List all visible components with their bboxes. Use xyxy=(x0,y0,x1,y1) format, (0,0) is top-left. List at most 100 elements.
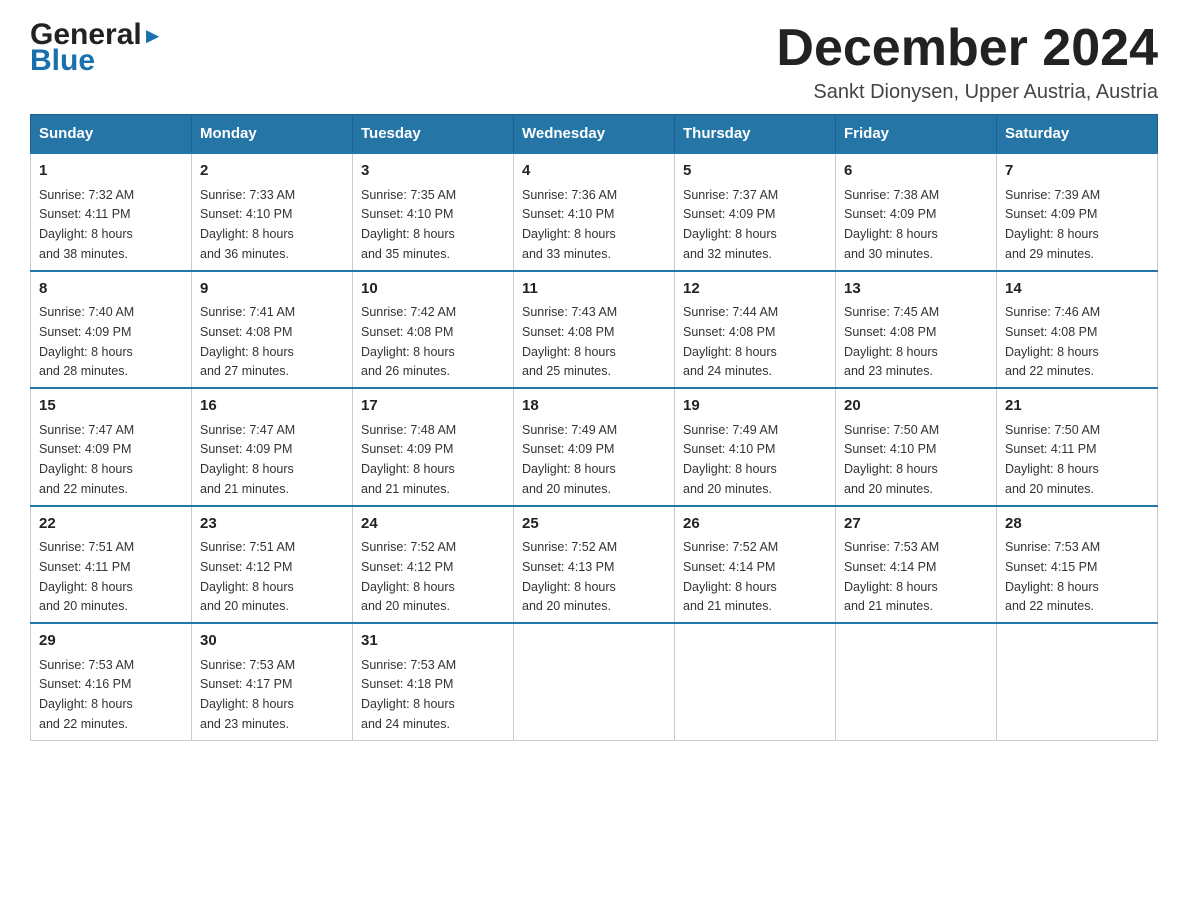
logo: General► Blue xyxy=(30,20,164,76)
logo-arrow-icon: ► xyxy=(142,25,164,47)
day-number: 1 xyxy=(39,160,183,183)
day-number: 31 xyxy=(361,630,505,653)
calendar-day-cell: 3 Sunrise: 7:35 AMSunset: 4:10 PMDayligh… xyxy=(353,153,514,271)
calendar-table: Sunday Monday Tuesday Wednesday Thursday… xyxy=(30,114,1158,741)
day-number: 29 xyxy=(39,630,183,653)
day-number: 11 xyxy=(522,278,666,301)
calendar-week-row: 15 Sunrise: 7:47 AMSunset: 4:09 PMDaylig… xyxy=(31,388,1158,506)
day-number: 13 xyxy=(844,278,988,301)
calendar-day-cell: 1 Sunrise: 7:32 AMSunset: 4:11 PMDayligh… xyxy=(31,153,192,271)
day-info: Sunrise: 7:51 AMSunset: 4:12 PMDaylight:… xyxy=(200,540,295,613)
month-title: December 2024 xyxy=(776,20,1158,77)
col-wednesday: Wednesday xyxy=(514,115,675,154)
day-info: Sunrise: 7:53 AMSunset: 4:15 PMDaylight:… xyxy=(1005,540,1100,613)
calendar-day-cell: 2 Sunrise: 7:33 AMSunset: 4:10 PMDayligh… xyxy=(192,153,353,271)
day-number: 20 xyxy=(844,395,988,418)
day-info: Sunrise: 7:53 AMSunset: 4:14 PMDaylight:… xyxy=(844,540,939,613)
day-info: Sunrise: 7:46 AMSunset: 4:08 PMDaylight:… xyxy=(1005,305,1100,378)
day-number: 28 xyxy=(1005,513,1149,536)
day-info: Sunrise: 7:48 AMSunset: 4:09 PMDaylight:… xyxy=(361,423,456,496)
day-number: 24 xyxy=(361,513,505,536)
calendar-day-cell: 4 Sunrise: 7:36 AMSunset: 4:10 PMDayligh… xyxy=(514,153,675,271)
calendar-day-cell: 27 Sunrise: 7:53 AMSunset: 4:14 PMDaylig… xyxy=(836,506,997,624)
day-info: Sunrise: 7:43 AMSunset: 4:08 PMDaylight:… xyxy=(522,305,617,378)
calendar-day-cell: 16 Sunrise: 7:47 AMSunset: 4:09 PMDaylig… xyxy=(192,388,353,506)
day-info: Sunrise: 7:52 AMSunset: 4:14 PMDaylight:… xyxy=(683,540,778,613)
calendar-day-cell: 8 Sunrise: 7:40 AMSunset: 4:09 PMDayligh… xyxy=(31,271,192,389)
calendar-week-row: 22 Sunrise: 7:51 AMSunset: 4:11 PMDaylig… xyxy=(31,506,1158,624)
day-number: 23 xyxy=(200,513,344,536)
day-number: 6 xyxy=(844,160,988,183)
col-tuesday: Tuesday xyxy=(353,115,514,154)
day-number: 16 xyxy=(200,395,344,418)
day-info: Sunrise: 7:49 AMSunset: 4:09 PMDaylight:… xyxy=(522,423,617,496)
day-number: 26 xyxy=(683,513,827,536)
calendar-day-cell: 31 Sunrise: 7:53 AMSunset: 4:18 PMDaylig… xyxy=(353,623,514,740)
day-info: Sunrise: 7:33 AMSunset: 4:10 PMDaylight:… xyxy=(200,188,295,261)
day-number: 2 xyxy=(200,160,344,183)
calendar-day-cell: 18 Sunrise: 7:49 AMSunset: 4:09 PMDaylig… xyxy=(514,388,675,506)
day-info: Sunrise: 7:52 AMSunset: 4:12 PMDaylight:… xyxy=(361,540,456,613)
calendar-day-cell xyxy=(997,623,1158,740)
calendar-day-cell xyxy=(675,623,836,740)
day-number: 30 xyxy=(200,630,344,653)
calendar-day-cell: 25 Sunrise: 7:52 AMSunset: 4:13 PMDaylig… xyxy=(514,506,675,624)
calendar-week-row: 8 Sunrise: 7:40 AMSunset: 4:09 PMDayligh… xyxy=(31,271,1158,389)
page-header: General► Blue December 2024 Sankt Dionys… xyxy=(30,20,1158,104)
calendar-header-row: Sunday Monday Tuesday Wednesday Thursday… xyxy=(31,115,1158,154)
day-info: Sunrise: 7:39 AMSunset: 4:09 PMDaylight:… xyxy=(1005,188,1100,261)
calendar-day-cell: 30 Sunrise: 7:53 AMSunset: 4:17 PMDaylig… xyxy=(192,623,353,740)
day-number: 14 xyxy=(1005,278,1149,301)
calendar-day-cell: 28 Sunrise: 7:53 AMSunset: 4:15 PMDaylig… xyxy=(997,506,1158,624)
calendar-day-cell: 17 Sunrise: 7:48 AMSunset: 4:09 PMDaylig… xyxy=(353,388,514,506)
day-info: Sunrise: 7:36 AMSunset: 4:10 PMDaylight:… xyxy=(522,188,617,261)
title-section: December 2024 Sankt Dionysen, Upper Aust… xyxy=(776,20,1158,104)
day-info: Sunrise: 7:38 AMSunset: 4:09 PMDaylight:… xyxy=(844,188,939,261)
day-info: Sunrise: 7:51 AMSunset: 4:11 PMDaylight:… xyxy=(39,540,134,613)
day-number: 12 xyxy=(683,278,827,301)
day-number: 22 xyxy=(39,513,183,536)
day-info: Sunrise: 7:35 AMSunset: 4:10 PMDaylight:… xyxy=(361,188,456,261)
calendar-day-cell: 26 Sunrise: 7:52 AMSunset: 4:14 PMDaylig… xyxy=(675,506,836,624)
day-info: Sunrise: 7:41 AMSunset: 4:08 PMDaylight:… xyxy=(200,305,295,378)
day-info: Sunrise: 7:53 AMSunset: 4:17 PMDaylight:… xyxy=(200,658,295,731)
day-number: 18 xyxy=(522,395,666,418)
calendar-day-cell: 5 Sunrise: 7:37 AMSunset: 4:09 PMDayligh… xyxy=(675,153,836,271)
day-info: Sunrise: 7:44 AMSunset: 4:08 PMDaylight:… xyxy=(683,305,778,378)
calendar-day-cell: 21 Sunrise: 7:50 AMSunset: 4:11 PMDaylig… xyxy=(997,388,1158,506)
calendar-day-cell: 7 Sunrise: 7:39 AMSunset: 4:09 PMDayligh… xyxy=(997,153,1158,271)
day-number: 7 xyxy=(1005,160,1149,183)
calendar-day-cell: 9 Sunrise: 7:41 AMSunset: 4:08 PMDayligh… xyxy=(192,271,353,389)
day-info: Sunrise: 7:53 AMSunset: 4:18 PMDaylight:… xyxy=(361,658,456,731)
day-info: Sunrise: 7:32 AMSunset: 4:11 PMDaylight:… xyxy=(39,188,134,261)
day-info: Sunrise: 7:45 AMSunset: 4:08 PMDaylight:… xyxy=(844,305,939,378)
location-title: Sankt Dionysen, Upper Austria, Austria xyxy=(776,81,1158,104)
day-number: 3 xyxy=(361,160,505,183)
calendar-day-cell: 24 Sunrise: 7:52 AMSunset: 4:12 PMDaylig… xyxy=(353,506,514,624)
col-saturday: Saturday xyxy=(997,115,1158,154)
day-number: 10 xyxy=(361,278,505,301)
calendar-day-cell: 6 Sunrise: 7:38 AMSunset: 4:09 PMDayligh… xyxy=(836,153,997,271)
day-number: 9 xyxy=(200,278,344,301)
day-info: Sunrise: 7:50 AMSunset: 4:10 PMDaylight:… xyxy=(844,423,939,496)
day-info: Sunrise: 7:52 AMSunset: 4:13 PMDaylight:… xyxy=(522,540,617,613)
day-info: Sunrise: 7:37 AMSunset: 4:09 PMDaylight:… xyxy=(683,188,778,261)
calendar-day-cell: 19 Sunrise: 7:49 AMSunset: 4:10 PMDaylig… xyxy=(675,388,836,506)
calendar-day-cell: 20 Sunrise: 7:50 AMSunset: 4:10 PMDaylig… xyxy=(836,388,997,506)
col-sunday: Sunday xyxy=(31,115,192,154)
calendar-day-cell: 12 Sunrise: 7:44 AMSunset: 4:08 PMDaylig… xyxy=(675,271,836,389)
calendar-day-cell: 15 Sunrise: 7:47 AMSunset: 4:09 PMDaylig… xyxy=(31,388,192,506)
day-info: Sunrise: 7:47 AMSunset: 4:09 PMDaylight:… xyxy=(39,423,134,496)
day-info: Sunrise: 7:40 AMSunset: 4:09 PMDaylight:… xyxy=(39,305,134,378)
col-friday: Friday xyxy=(836,115,997,154)
day-number: 27 xyxy=(844,513,988,536)
day-info: Sunrise: 7:47 AMSunset: 4:09 PMDaylight:… xyxy=(200,423,295,496)
day-number: 19 xyxy=(683,395,827,418)
day-number: 5 xyxy=(683,160,827,183)
day-number: 17 xyxy=(361,395,505,418)
calendar-day-cell: 10 Sunrise: 7:42 AMSunset: 4:08 PMDaylig… xyxy=(353,271,514,389)
calendar-day-cell: 13 Sunrise: 7:45 AMSunset: 4:08 PMDaylig… xyxy=(836,271,997,389)
calendar-day-cell: 29 Sunrise: 7:53 AMSunset: 4:16 PMDaylig… xyxy=(31,623,192,740)
day-number: 8 xyxy=(39,278,183,301)
calendar-week-row: 29 Sunrise: 7:53 AMSunset: 4:16 PMDaylig… xyxy=(31,623,1158,740)
